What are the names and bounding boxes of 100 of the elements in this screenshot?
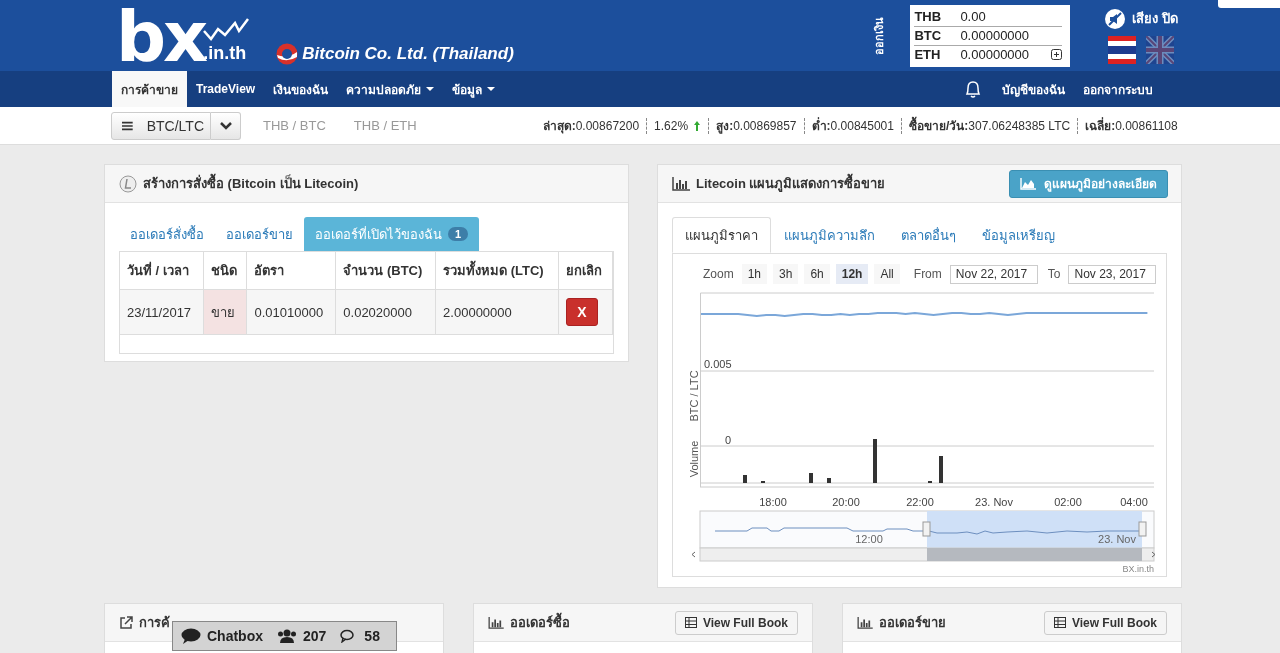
panel-title: Litecoin แผนภูมิแสดงการซื้อขาย bbox=[696, 173, 886, 194]
axis-title: Volume bbox=[688, 440, 700, 478]
order-tab[interactable]: ออเดอร์ที่เปิดไว้ของฉัน 1 bbox=[304, 217, 480, 251]
axis-tick: 04:00 bbox=[1120, 496, 1148, 508]
table-icon bbox=[684, 617, 697, 628]
chart-tab[interactable]: แผนภูมิความลึก bbox=[771, 217, 888, 253]
order-tab[interactable]: ออเดอร์สั่งซื้อ bbox=[119, 217, 215, 251]
view-book-button[interactable]: View Full Book bbox=[1043, 610, 1167, 635]
order-type-cell: ขาย bbox=[203, 289, 247, 334]
table-cell: 2.00000000 bbox=[435, 289, 559, 334]
users-icon bbox=[277, 629, 297, 643]
range-handle[interactable] bbox=[1138, 521, 1147, 537]
chart-tab[interactable]: ข้อมูลเหรียญ bbox=[969, 217, 1068, 253]
ticker-stat: ต่ำ:0.00845001 bbox=[811, 116, 894, 135]
table-icon bbox=[1053, 617, 1066, 628]
nav-tab[interactable]: ความปลอดภัย bbox=[337, 71, 444, 107]
nav-link[interactable]: ออกจากระบบ bbox=[1074, 71, 1162, 107]
chart-credit: BX.in.th bbox=[1122, 564, 1154, 574]
volume-bar bbox=[809, 473, 813, 483]
cancel-button[interactable]: X bbox=[565, 298, 598, 326]
chart-tab[interactable]: แผนภูมิราคา bbox=[672, 217, 771, 253]
user-count: 207 bbox=[303, 628, 327, 644]
axis-title: BTC / LTC bbox=[688, 370, 700, 422]
panel-title: สร้างการสั่งซื้อ (Bitcoin เป็น Litecoin) bbox=[143, 173, 359, 194]
range-handle[interactable] bbox=[922, 521, 931, 537]
order-tab[interactable]: ออเดอร์ขาย bbox=[215, 217, 304, 251]
from-date-field[interactable]: Nov 22, 2017 bbox=[949, 264, 1038, 284]
nav-tab[interactable]: ข้อมูล bbox=[443, 71, 505, 107]
bar-chart-icon bbox=[488, 616, 504, 629]
dropdown-button[interactable] bbox=[211, 111, 241, 140]
axis-tick: 0.005 bbox=[704, 358, 732, 370]
external-link-icon bbox=[119, 615, 133, 630]
panel-title: การค้ bbox=[139, 614, 170, 632]
ticker-stat: สูง:0.00869857 bbox=[716, 118, 797, 135]
volume-bar bbox=[939, 456, 943, 483]
withdraw-link[interactable]: ออกเงิน bbox=[870, 16, 889, 55]
panel-title: ออเดอร์ขาย bbox=[879, 614, 946, 632]
zoom-button[interactable]: 3h bbox=[773, 264, 799, 284]
menu-toggle[interactable] bbox=[1218, 0, 1280, 8]
balance-amount: 0.00000000 bbox=[960, 47, 1031, 62]
nav-tab[interactable]: การค้าขาย bbox=[112, 71, 187, 107]
ticker-stat: 1.62% bbox=[654, 118, 689, 133]
scrollbar[interactable] bbox=[691, 547, 1156, 562]
bar-chart-icon bbox=[672, 176, 690, 191]
uk-flag-icon[interactable] bbox=[1146, 35, 1175, 64]
company-name: Bitcoin Co. Ltd. (Thailand) bbox=[302, 43, 514, 64]
currency-label: ETH bbox=[914, 47, 942, 62]
to-label: To bbox=[1047, 267, 1061, 281]
balance-amount: 0.00000000 bbox=[960, 28, 1031, 43]
table-cell: 0.01010000 bbox=[246, 289, 336, 334]
column-header: ชนิด bbox=[203, 252, 247, 290]
axis-tick: 02:00 bbox=[1054, 496, 1082, 508]
axis-tick: 20:00 bbox=[832, 496, 860, 508]
thai-flag-icon[interactable] bbox=[1108, 35, 1137, 64]
litecoin-icon bbox=[119, 174, 137, 193]
chart-tab[interactable]: ตลาดอื่นๆ bbox=[888, 217, 969, 253]
panel-title: ออเดอร์ซื้อ bbox=[510, 612, 570, 633]
menu-icon bbox=[122, 119, 133, 132]
ticker-stat: ล่าสุด:0.00867200 bbox=[542, 118, 640, 135]
nav-tab[interactable]: TradeView bbox=[187, 71, 265, 107]
table-cell: 0.02020000 bbox=[335, 289, 436, 334]
axis-tick: 22:00 bbox=[906, 496, 934, 508]
chevron-icon bbox=[218, 120, 233, 131]
ticker-stat: เฉลี่ย:0.00861108 bbox=[1085, 116, 1178, 135]
to-date-field[interactable]: Nov 23, 2017 bbox=[1068, 264, 1157, 284]
column-header: วันที่ / เวลา bbox=[120, 252, 204, 290]
ticker-stat: ซื้อขาย/วัน:307.06248385 LTC bbox=[908, 116, 1071, 135]
currency-label: THB bbox=[914, 9, 943, 24]
bell-icon[interactable] bbox=[963, 79, 983, 99]
volume-bar bbox=[873, 439, 877, 483]
table-cell: 23/11/2017 bbox=[120, 289, 204, 334]
nav-tab[interactable]: เงินของฉัน bbox=[264, 71, 338, 107]
message-count: 58 bbox=[364, 628, 380, 644]
nav-link[interactable]: บัญชีของฉัน bbox=[993, 71, 1074, 107]
mute-icon bbox=[1104, 7, 1127, 30]
column-header: ยกเลิก bbox=[558, 252, 613, 290]
axis-tick: 18:00 bbox=[759, 496, 787, 508]
volume-bar bbox=[743, 475, 747, 483]
coin-logo-icon bbox=[276, 42, 299, 65]
pair-selector[interactable]: BTC/LTC bbox=[111, 111, 211, 140]
axis-tick: 23. Nov bbox=[1098, 533, 1136, 545]
speech-bubble-icon bbox=[181, 628, 201, 644]
chatbox-bar[interactable]: Chatbox 207 58 bbox=[172, 621, 397, 651]
axis-tick: 23. Nov bbox=[975, 496, 1013, 508]
bar-chart-icon bbox=[857, 616, 873, 629]
from-label: From bbox=[913, 267, 942, 281]
expand-icon[interactable] bbox=[1051, 49, 1063, 60]
zoom-button[interactable]: All bbox=[874, 264, 900, 284]
balance-amount: 0.00 bbox=[960, 9, 987, 24]
column-header: รวมทั้งหมด (LTC) bbox=[435, 252, 559, 290]
zoom-button[interactable]: 1h bbox=[741, 264, 768, 284]
sound-toggle[interactable]: เสียง ปิด bbox=[1104, 7, 1178, 30]
zoom-button[interactable]: 12h bbox=[835, 264, 869, 284]
currency-label: BTC bbox=[914, 28, 943, 43]
chatbox-label: Chatbox bbox=[207, 628, 263, 644]
view-book-button[interactable]: View Full Book bbox=[674, 610, 798, 635]
zoom-button[interactable]: 6h bbox=[804, 264, 830, 284]
axis-tick: 12:00 bbox=[855, 533, 883, 545]
area-chart-icon bbox=[1020, 177, 1036, 190]
column-header: จำนวน (BTC) bbox=[335, 252, 436, 290]
